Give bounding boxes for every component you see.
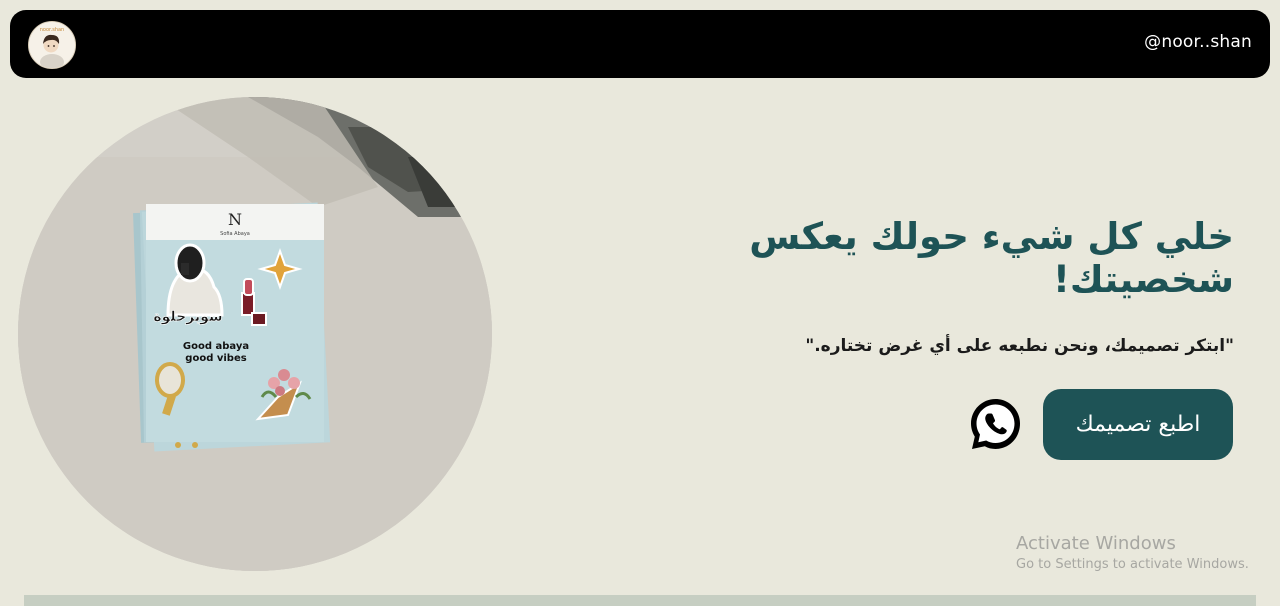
hero-headline: خلي كل شيء حولك يعكس شخصيتك!: [749, 215, 1234, 301]
photo-sticker-text-2: Good abaya: [183, 341, 249, 352]
whatsapp-button[interactable]: [968, 396, 1023, 453]
whatsapp-icon: [971, 399, 1020, 449]
photo-sticker-text-1: سوبرحلوة: [153, 309, 222, 325]
top-bar: noor.shan @noor..shan: [10, 10, 1270, 78]
avatar-logo-text: noor.shan: [40, 27, 64, 33]
watermark-title: Activate Windows: [1016, 533, 1176, 554]
hero-tagline: "ابتكر تصميمك، ونحن نطبعه على أي غرض تخت…: [805, 336, 1234, 356]
profile-avatar[interactable]: noor.shan: [28, 21, 76, 69]
svg-text:N: N: [228, 210, 242, 229]
windows-activation-watermark: Activate Windows Go to Settings to activ…: [1016, 533, 1249, 575]
username-handle[interactable]: @noor..shan: [1144, 32, 1252, 52]
hero-product-photo: N Sofia Abaya سوبرحلوة Good abaya good v…: [18, 97, 492, 571]
watermark-subtitle: Go to Settings to activate Windows.: [1016, 557, 1249, 572]
photo-sticker-text-3: good vibes: [185, 353, 246, 364]
print-your-design-button[interactable]: اطبع تصميمك: [1043, 389, 1233, 460]
avatar-illustration: noor.shan: [29, 22, 75, 68]
next-section-band: [24, 595, 1256, 606]
photo-brand-text: Sofia Abaya: [220, 231, 250, 237]
